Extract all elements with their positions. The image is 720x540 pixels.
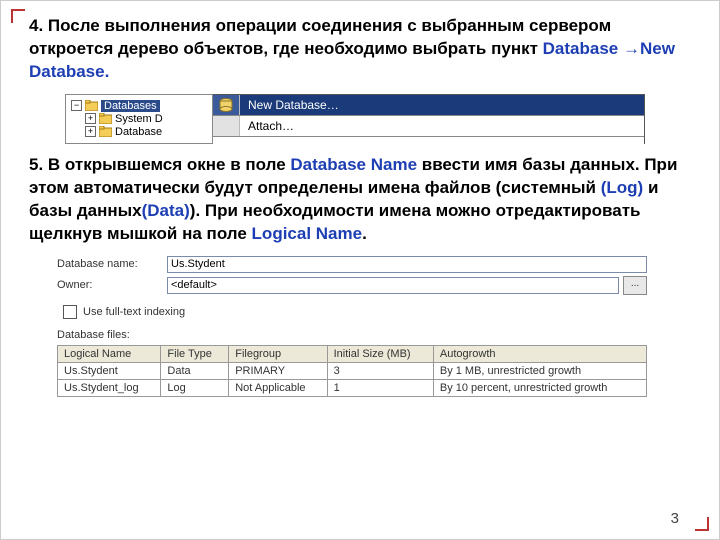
text: 5. В открывшемся окне в поле xyxy=(29,155,290,174)
text: . xyxy=(362,224,367,243)
cell: By 10 percent, unrestricted growth xyxy=(433,379,646,396)
paragraph-4: 4. После выполнения операции соединения … xyxy=(29,15,691,84)
keyword-database-name: Database Name xyxy=(290,155,417,174)
tree-item-dbsnap[interactable]: Database xyxy=(115,126,162,138)
label-owner: Owner: xyxy=(57,279,167,291)
keyword-log: (Log) xyxy=(601,178,643,197)
browse-button[interactable]: ... xyxy=(623,276,647,295)
label-database-name: Database name: xyxy=(57,258,167,270)
cell[interactable]: Us.Stydent_log xyxy=(58,379,161,396)
menu-label: New Database… xyxy=(240,98,347,112)
expander-minus-icon[interactable]: − xyxy=(71,100,82,111)
page-number: 3 xyxy=(671,510,679,527)
figure-tree-menu: − Databases + System D + Database xyxy=(65,94,691,144)
input-owner[interactable] xyxy=(167,277,619,294)
keyword-logical-name: Logical Name xyxy=(252,224,363,243)
corner-decoration xyxy=(11,9,25,23)
row-fulltext: Use full-text indexing xyxy=(63,305,647,319)
table-row[interactable]: Us.Stydent_log Log Not Applicable 1 By 1… xyxy=(58,379,647,396)
expander-plus-icon[interactable]: + xyxy=(85,113,96,124)
object-tree[interactable]: − Databases + System D + Database xyxy=(65,94,213,144)
row-owner: Owner: ... xyxy=(57,276,647,295)
row-database-name: Database name: xyxy=(57,256,647,273)
tree-item-system[interactable]: System D xyxy=(115,113,163,125)
label-database-files: Database files: xyxy=(57,329,647,341)
col-autogrowth[interactable]: Autogrowth xyxy=(433,345,646,362)
tree-item-databases[interactable]: Databases xyxy=(101,100,160,112)
slide: 4. После выполнения операции соединения … xyxy=(0,0,720,540)
menu-icon-strip xyxy=(213,116,240,136)
folder-icon xyxy=(85,100,98,111)
database-files-table: Logical Name File Type Filegroup Initial… xyxy=(57,345,647,397)
menu-item-attach[interactable]: Attach… xyxy=(213,116,644,137)
folder-icon xyxy=(99,113,112,124)
cell[interactable]: 1 xyxy=(327,379,433,396)
cell: Log xyxy=(161,379,229,396)
text: 4. После выполнения операции соединения … xyxy=(29,16,611,58)
cell: PRIMARY xyxy=(229,362,327,379)
cell[interactable]: Us.Stydent xyxy=(58,362,161,379)
keyword-database: Database xyxy=(543,39,619,58)
col-logical-name[interactable]: Logical Name xyxy=(58,345,161,362)
checkbox-fulltext[interactable] xyxy=(63,305,77,319)
menu-label: Attach… xyxy=(240,119,302,133)
context-menu: New Database… Attach… xyxy=(213,94,645,144)
cell[interactable]: 3 xyxy=(327,362,433,379)
folder-icon xyxy=(99,126,112,137)
menu-item-new-database[interactable]: New Database… xyxy=(213,95,644,116)
col-file-type[interactable]: File Type xyxy=(161,345,229,362)
col-initial-size[interactable]: Initial Size (MB) xyxy=(327,345,433,362)
paragraph-5: 5. В открывшемся окне в поле Database Na… xyxy=(29,154,691,246)
input-database-name[interactable] xyxy=(167,256,647,273)
arrow: → xyxy=(623,39,640,58)
cell: Data xyxy=(161,362,229,379)
database-icon xyxy=(213,95,240,115)
table-header-row: Logical Name File Type Filegroup Initial… xyxy=(58,345,647,362)
label-fulltext: Use full-text indexing xyxy=(83,306,185,318)
expander-plus-icon[interactable]: + xyxy=(85,126,96,137)
figure-form: Database name: Owner: ... Use full-text … xyxy=(57,256,647,397)
table-row[interactable]: Us.Stydent Data PRIMARY 3 By 1 MB, unres… xyxy=(58,362,647,379)
cell: Not Applicable xyxy=(229,379,327,396)
cell: By 1 MB, unrestricted growth xyxy=(433,362,646,379)
corner-decoration xyxy=(695,517,709,531)
keyword-data: (Data) xyxy=(142,201,190,220)
col-filegroup[interactable]: Filegroup xyxy=(229,345,327,362)
